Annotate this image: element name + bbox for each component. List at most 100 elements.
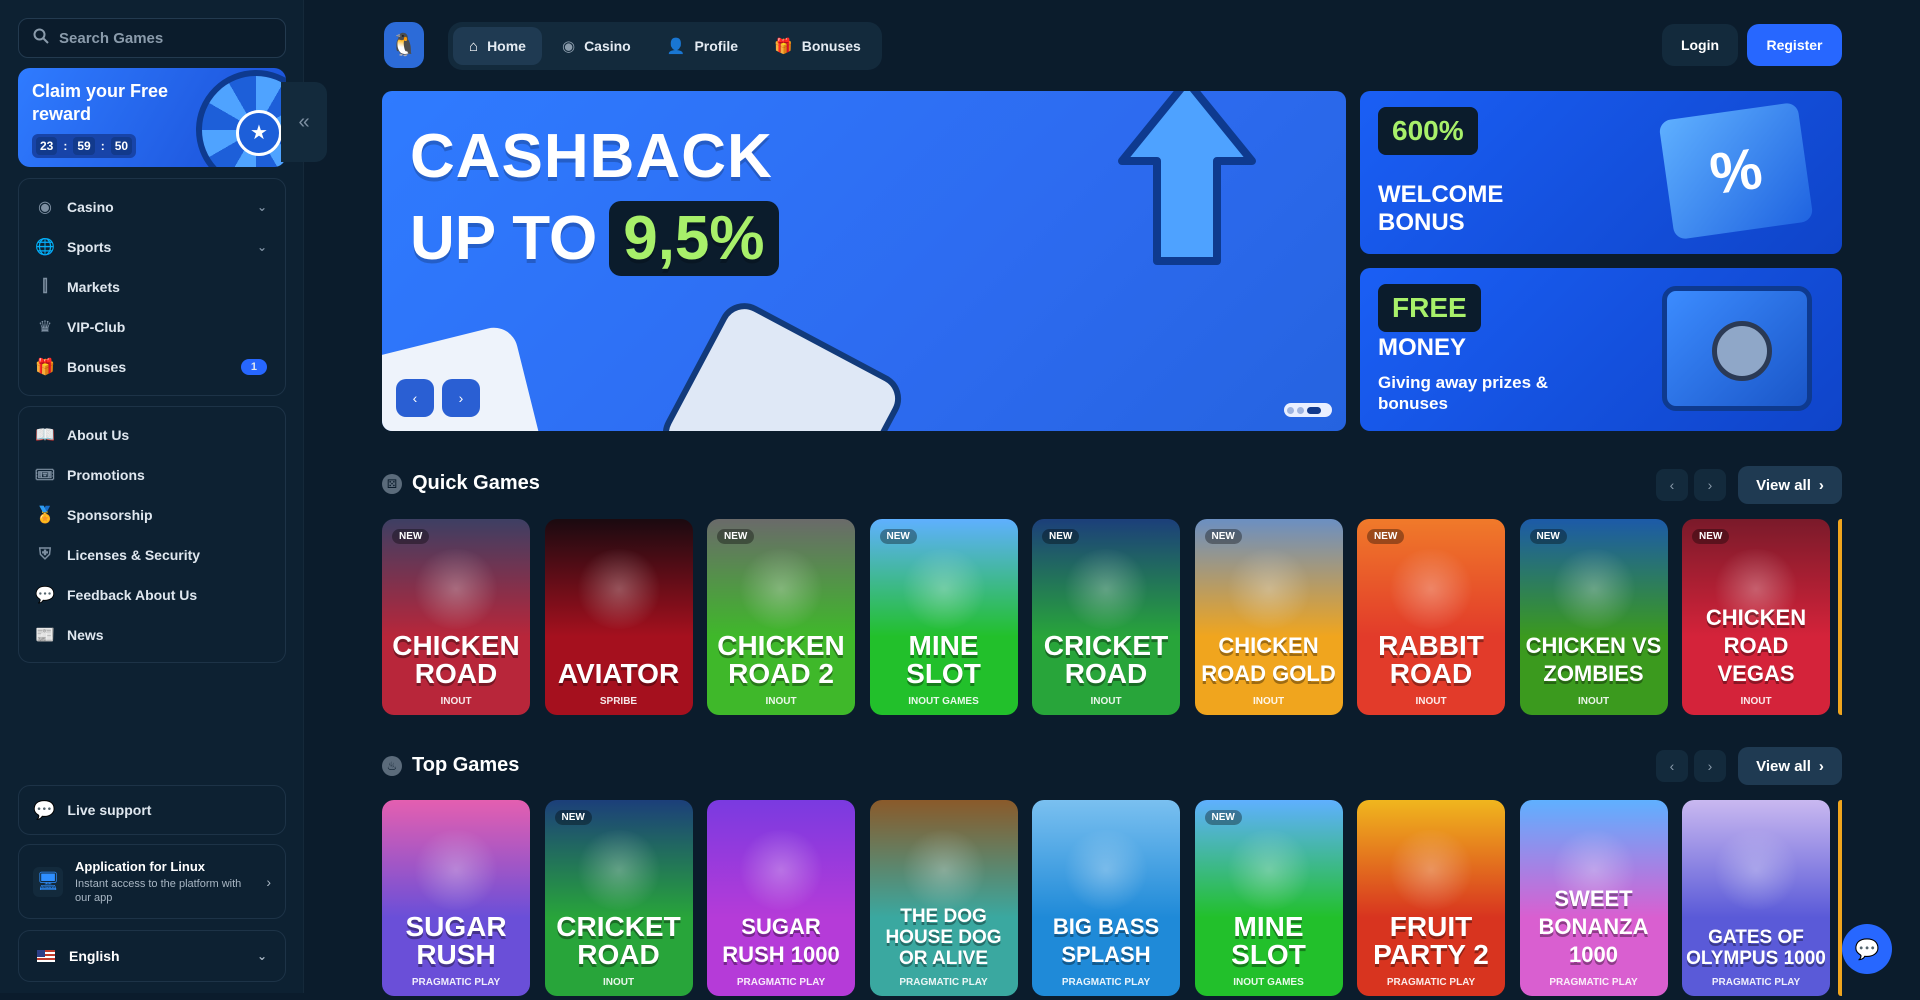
- next-game-card-peek[interactable]: [1838, 800, 1842, 996]
- login-button[interactable]: Login: [1662, 24, 1738, 66]
- slide-dot[interactable]: [1297, 406, 1304, 414]
- sidebar-item-about-us[interactable]: 📖 About Us: [19, 415, 285, 455]
- game-provider: INOUT: [1577, 696, 1610, 707]
- scroll-left-button[interactable]: ‹: [1656, 750, 1688, 782]
- language-selector[interactable]: English ⌄: [18, 930, 286, 982]
- collapse-sidebar-button[interactable]: «: [281, 82, 327, 162]
- hero-prev-button[interactable]: ‹: [396, 379, 434, 417]
- game-art: [574, 549, 663, 629]
- tab-label: Profile: [694, 38, 739, 54]
- game-provider: SPRIBE: [599, 696, 638, 707]
- sidebar: Claim your Free reward 23: 59: 50 ◉ Casin…: [0, 0, 304, 993]
- free-reward-banner[interactable]: Claim your Free reward 23: 59: 50: [18, 68, 286, 167]
- chat-launcher-button[interactable]: 💬: [1842, 924, 1892, 974]
- game-card[interactable]: GATES OF OLYMPUS 1000 PRAGMATIC PLAY: [1682, 800, 1830, 996]
- linux-app-promo[interactable]: 🖥 Application for Linux Instant access t…: [18, 844, 286, 919]
- game-card[interactable]: NEW CHICKEN ROAD 2 INOUT: [707, 519, 855, 715]
- sidebar-item-label: Casino: [67, 199, 114, 215]
- hero-slide-indicator[interactable]: [1284, 403, 1332, 417]
- game-card[interactable]: NEW CHICKEN ROAD INOUT: [382, 519, 530, 715]
- sidebar-item-sponsorship[interactable]: 🏅 Sponsorship: [19, 495, 285, 535]
- user-icon: 👤: [666, 38, 686, 55]
- tab-profile[interactable]: 👤 Profile: [651, 27, 754, 65]
- penguin-mascot-icon: 🐧: [390, 32, 418, 57]
- slide-dot-active[interactable]: [1307, 406, 1321, 414]
- tab-bonuses[interactable]: 🎁 Bonuses: [758, 27, 877, 65]
- sidebar-item-casino[interactable]: ◉ Casino ⌄: [19, 187, 285, 227]
- scroll-right-button[interactable]: ›: [1694, 469, 1726, 501]
- game-card[interactable]: NEW CHICKEN VS ZOMBIES INOUT: [1519, 519, 1668, 715]
- game-provider: INOUT: [602, 977, 635, 988]
- game-card[interactable]: NEW CHICKEN ROAD VEGAS INOUT: [1682, 519, 1830, 715]
- game-art: [899, 830, 988, 910]
- site-logo[interactable]: 🐧: [384, 22, 424, 68]
- welcome-bonus-promo[interactable]: 600% WELCOME BONUS %: [1360, 91, 1842, 254]
- game-card[interactable]: SUGAR RUSH PRAGMATIC PLAY: [382, 800, 530, 996]
- new-badge: NEW: [1692, 529, 1730, 544]
- game-provider: INOUT GAMES: [908, 696, 979, 707]
- game-card[interactable]: SWEET BONANZA 1000 PRAGMATIC PLAY: [1519, 800, 1668, 996]
- search-box[interactable]: [18, 18, 286, 58]
- money-safe-icon: [1662, 286, 1812, 411]
- sidebar-item-markets[interactable]: ⫿ Markets: [19, 267, 285, 307]
- game-card[interactable]: NEW CRICKET ROAD INOUT: [544, 800, 693, 996]
- game-provider: INOUT: [765, 696, 797, 707]
- section-title: Quick Games: [412, 472, 540, 494]
- game-title: SUGAR RUSH 1000: [722, 914, 840, 967]
- new-badge: NEW: [1529, 529, 1567, 544]
- game-card[interactable]: NEW CRICKET ROAD INOUT: [1032, 519, 1180, 715]
- chat-bubble-icon: 💬: [1854, 938, 1880, 961]
- count-badge: 1: [240, 359, 267, 375]
- quick-games-row: NEW CHICKEN ROAD INOUT AVIATOR SPRIBE NEW CHIC…: [382, 519, 1842, 719]
- live-support-button[interactable]: 💬 Live support: [18, 785, 286, 835]
- chevron-down-icon: ⌄: [256, 200, 267, 214]
- view-all-top-games-button[interactable]: View all ›: [1738, 747, 1842, 785]
- game-title: CHICKEN ROAD VEGAS: [1705, 605, 1807, 686]
- sidebar-item-promotions[interactable]: 🎟 Promotions: [19, 455, 285, 495]
- game-card[interactable]: NEW CHICKEN ROAD GOLD INOUT: [1194, 519, 1343, 715]
- free-money-promo[interactable]: FREE MONEY Giving away prizes & bonuses: [1360, 268, 1842, 431]
- game-title: SUGAR RUSH: [405, 911, 507, 970]
- sidebar-item-sports[interactable]: 🌐 Sports ⌄: [19, 227, 285, 267]
- hero-next-button[interactable]: ›: [442, 379, 480, 417]
- register-button[interactable]: Register: [1747, 24, 1842, 66]
- slide-dot[interactable]: [1287, 406, 1294, 414]
- game-card[interactable]: NEW RABBIT ROAD INOUT: [1357, 519, 1505, 715]
- promo-title: WELCOME BONUS: [1378, 181, 1504, 236]
- casino-chip-icon: ◉: [561, 38, 576, 55]
- new-badge: NEW: [392, 529, 430, 544]
- game-card[interactable]: NEW MINE SLOT INOUT GAMES: [1194, 800, 1343, 996]
- scroll-left-button[interactable]: ‹: [1656, 469, 1688, 501]
- dice-icon: [653, 294, 911, 431]
- tab-casino[interactable]: ◉ Casino: [546, 27, 647, 65]
- game-card[interactable]: FRUIT PARTY 2 PRAGMATIC PLAY: [1357, 800, 1505, 996]
- game-provider: PRAGMATIC PLAY: [1386, 977, 1476, 988]
- new-badge: NEW: [879, 529, 917, 544]
- dice-icon: ⚄: [382, 473, 402, 494]
- game-card[interactable]: SUGAR RUSH 1000 PRAGMATIC PLAY: [707, 800, 855, 996]
- tab-home[interactable]: ⌂ Home: [453, 27, 542, 65]
- sidebar-item-licenses-security[interactable]: ⛨ Licenses & Security: [19, 535, 285, 575]
- cashback-hero-banner[interactable]: CASHBACK UP TO 9,5% ‹ ›: [382, 91, 1346, 431]
- search-input[interactable]: [59, 29, 269, 47]
- game-art: [1224, 549, 1313, 629]
- game-provider: INOUT: [1415, 696, 1447, 707]
- game-card[interactable]: AVIATOR SPRIBE: [544, 519, 693, 715]
- ticket-icon: 🎟: [34, 467, 56, 484]
- casino-chip-icon: ◉: [38, 199, 52, 216]
- sidebar-item-vip-club[interactable]: ♛ VIP-Club: [19, 307, 285, 347]
- next-game-card-peek[interactable]: [1838, 519, 1842, 715]
- game-card[interactable]: NEW MINE SLOT INOUT GAMES: [869, 519, 1018, 715]
- sidebar-item-feedback-about-us[interactable]: 💬 Feedback About Us: [19, 575, 285, 615]
- new-badge: NEW: [1204, 810, 1242, 825]
- scroll-right-button[interactable]: ›: [1694, 750, 1726, 782]
- chevron-down-icon: ⌄: [256, 949, 267, 963]
- sidebar-item-bonuses[interactable]: 🎁 Bonuses 1: [19, 347, 285, 387]
- game-provider: PRAGMATIC PLAY: [411, 977, 501, 988]
- newspaper-icon: 📰: [35, 627, 55, 644]
- game-card[interactable]: BIG BASS SPLASH PRAGMATIC PLAY: [1032, 800, 1180, 996]
- sidebar-item-news[interactable]: 📰 News: [19, 615, 285, 655]
- tab-label: Bonuses: [801, 38, 861, 54]
- game-card[interactable]: THE DOG HOUSE DOG OR ALIVE PRAGMATIC PLAY: [869, 800, 1018, 996]
- view-all-quick-games-button[interactable]: View all ›: [1738, 466, 1842, 504]
